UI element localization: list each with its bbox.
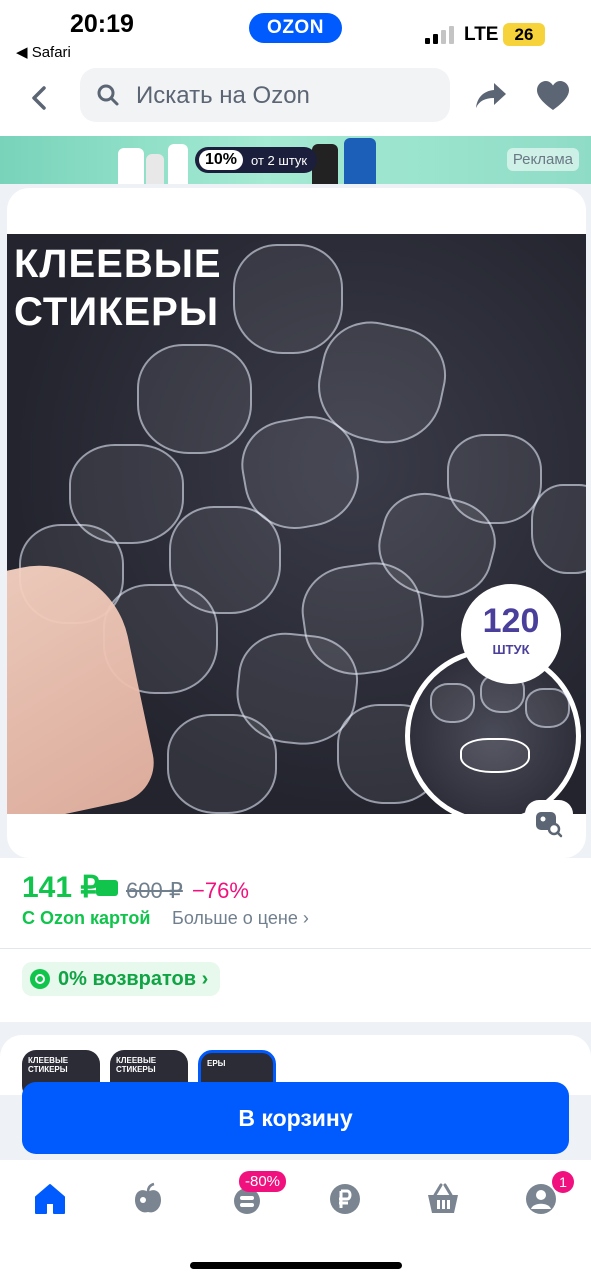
product-image	[344, 138, 376, 184]
current-price: 141 ₽	[22, 871, 100, 904]
ad-label: Реклама	[506, 148, 579, 171]
price-section: 141 ₽ 600 ₽ −76% С Ozon картой Больше о …	[0, 858, 591, 1022]
status-bar: 20:19 ◀ Safari OZON LTE 26	[0, 0, 591, 68]
product-image	[146, 154, 164, 184]
photo-title: КЛЕЕВЫЕ СТИКЕРЫ	[14, 242, 222, 334]
ruble-icon[interactable]	[328, 1182, 362, 1216]
ad-banner[interactable]: 10% от 2 штук Реклама	[0, 136, 591, 184]
clock: 20:19	[70, 10, 134, 38]
old-price: 600 ₽	[126, 878, 183, 903]
product-image	[118, 148, 144, 184]
search-placeholder: Искать на Ozon	[136, 82, 310, 109]
back-to-safari[interactable]: ◀ Safari	[16, 43, 71, 61]
home-icon[interactable]	[33, 1182, 67, 1216]
product-image	[168, 144, 188, 184]
share-icon[interactable]	[474, 80, 508, 110]
ozon-card-label[interactable]: С Ozon картой	[22, 908, 150, 929]
ozon-card-icon	[96, 880, 118, 896]
signal-icon	[425, 26, 457, 44]
search-icon	[97, 84, 119, 106]
ozon-app-badge: OZON	[249, 13, 342, 43]
count-number: 120	[482, 602, 540, 640]
home-indicator	[190, 1262, 402, 1269]
promo-percent: 10%	[199, 150, 244, 170]
promo-tag: -80%	[239, 1171, 287, 1192]
divider	[0, 948, 591, 949]
returns-icon	[30, 969, 50, 989]
promo-pill: 10% от 2 штук	[195, 147, 318, 173]
promo-text: от 2 штук	[251, 152, 308, 168]
returns-badge[interactable]: 0% возвратов ›	[22, 962, 221, 996]
notification-badge: 1	[552, 1171, 574, 1193]
count-badge: 120 ШТУК	[461, 584, 561, 684]
apple-icon[interactable]	[131, 1182, 165, 1216]
more-about-price-link[interactable]: Больше о цене ›	[172, 908, 309, 929]
returns-label: 0% возвратов ›	[58, 967, 209, 990]
heart-icon[interactable]	[536, 80, 570, 112]
image-search-icon	[536, 812, 563, 838]
count-unit: ШТУК	[492, 642, 530, 657]
network-type: LTE	[464, 24, 499, 45]
back-arrow-icon[interactable]	[22, 80, 58, 116]
add-to-cart-button[interactable]: В корзину	[22, 1082, 569, 1154]
product-photo[interactable]: КЛЕЕВЫЕ СТИКЕРЫ 120 ШТУК	[7, 234, 586, 814]
bottom-tabbar: -80% 1	[0, 1160, 591, 1280]
search-input[interactable]: Искать на Ozon	[80, 68, 450, 122]
battery-icon: 26	[503, 23, 545, 46]
search-header: Искать на Ozon	[0, 68, 591, 136]
basket-icon[interactable]	[426, 1182, 460, 1216]
discount-badge: −76%	[192, 878, 249, 903]
image-search-button[interactable]	[525, 800, 573, 848]
product-gallery[interactable]: КЛЕЕВЫЕ СТИКЕРЫ 120 ШТУК	[7, 188, 586, 858]
